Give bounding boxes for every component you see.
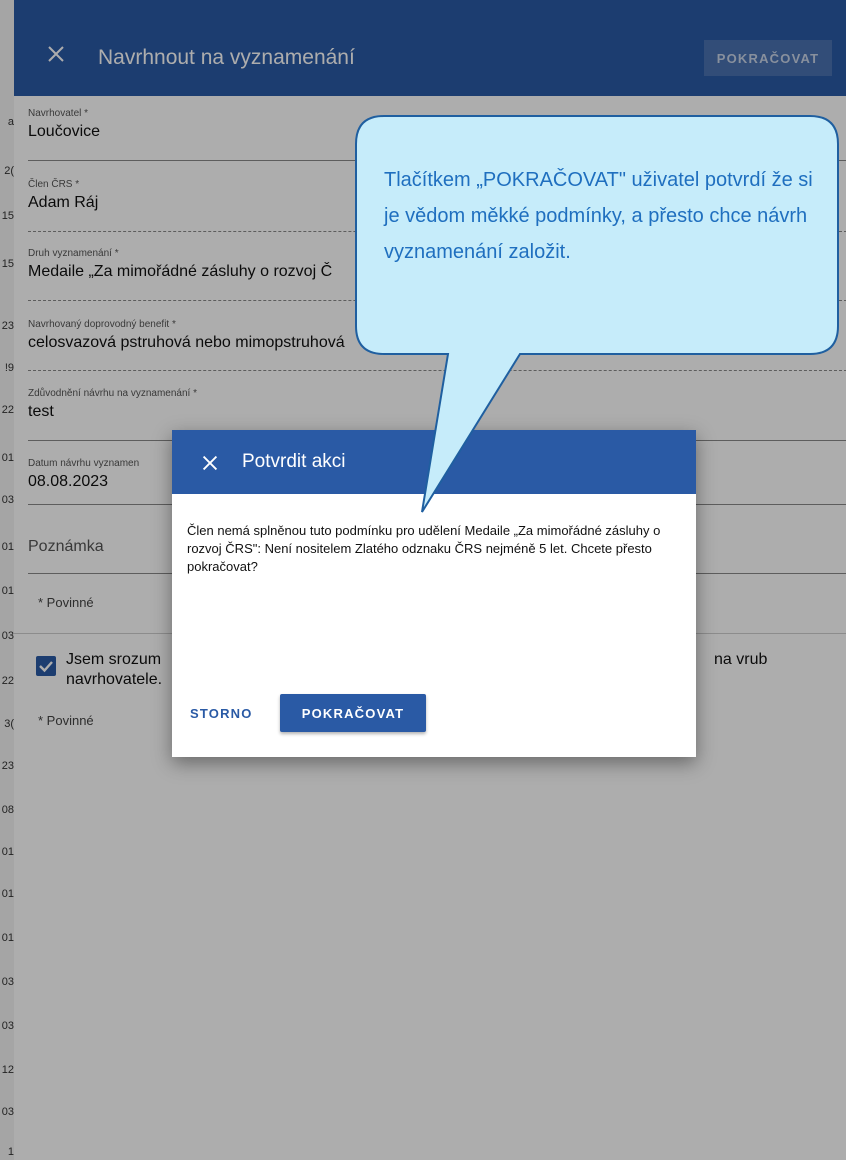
callout-text: Tlačítkem „POKRAČOVAT" uživatel potvrdí … xyxy=(384,169,813,263)
